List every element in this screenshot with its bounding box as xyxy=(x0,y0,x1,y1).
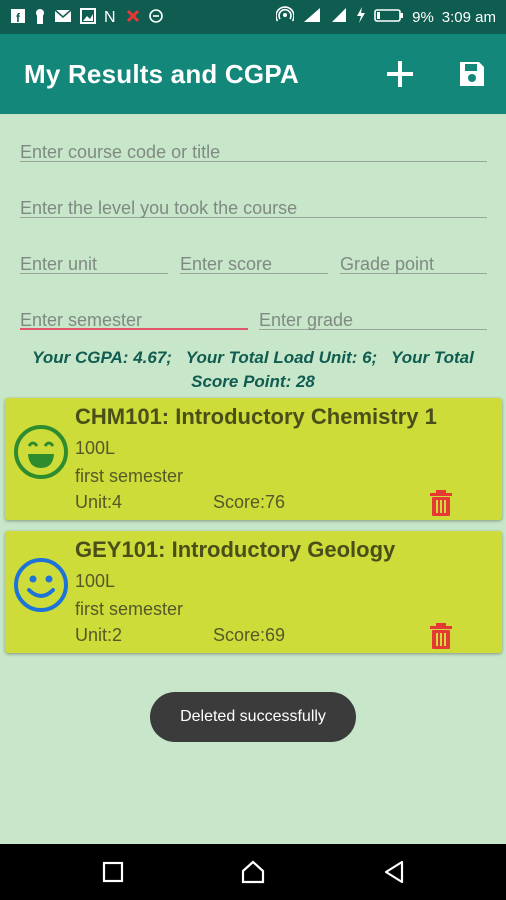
n-icon: N xyxy=(104,8,118,26)
plus-icon xyxy=(387,61,413,87)
save-icon xyxy=(460,62,484,86)
recents-button[interactable] xyxy=(99,858,127,886)
minus-circle-icon xyxy=(148,8,164,26)
course-unit: Unit:2 xyxy=(75,625,123,645)
delete-course-button[interactable] xyxy=(429,490,453,516)
smile-face-icon xyxy=(14,558,68,612)
home-icon xyxy=(241,860,265,884)
course-title: CHM101: Introductory Chemistry 1 xyxy=(75,404,437,429)
summary-line-1: Your CGPA: 4.67; Your Total Load Unit: 6… xyxy=(32,348,474,367)
delete-course-button[interactable] xyxy=(429,623,453,649)
signal-2-icon xyxy=(330,7,348,27)
course-input[interactable]: Enter course code or title xyxy=(20,122,487,162)
close-x-icon xyxy=(126,9,140,25)
facebook-icon: f xyxy=(10,8,26,26)
signal-icon xyxy=(302,7,322,27)
battery-percent: 9% xyxy=(412,8,434,26)
status-bar: f N 9% 3:09 am xyxy=(0,0,506,34)
course-card[interactable]: GEY101: Introductory Geology 100L first … xyxy=(5,531,502,653)
mail-icon xyxy=(54,9,72,25)
svg-text:N: N xyxy=(104,9,116,24)
clock: 3:09 am xyxy=(441,8,496,26)
back-icon xyxy=(384,860,404,884)
save-button[interactable] xyxy=(452,54,492,94)
semester-input[interactable]: Enter semester xyxy=(20,290,248,330)
charging-icon xyxy=(356,7,366,27)
system-icons: 9% 3:09 am xyxy=(275,0,496,34)
course-score: Score:76 xyxy=(213,492,286,512)
grade-input[interactable]: Enter grade xyxy=(259,290,487,330)
page-title: My Results and CGPA xyxy=(24,58,299,89)
app-bar: My Results and CGPA xyxy=(0,34,506,114)
recents-icon xyxy=(102,861,124,883)
keyhole-icon xyxy=(34,8,46,26)
course-level: 100L xyxy=(75,571,116,591)
course-semester: first semester xyxy=(75,599,184,619)
course-level: 100L xyxy=(75,438,116,458)
course-semester: first semester xyxy=(75,466,184,486)
cgpa-summary: Your CGPA: 4.67; Your Total Load Unit: 6… xyxy=(0,346,506,394)
toast-message: Deleted successfully xyxy=(150,692,356,742)
back-button[interactable] xyxy=(380,858,408,886)
add-course-button[interactable] xyxy=(380,54,420,94)
hotspot-icon xyxy=(275,6,295,28)
home-button[interactable] xyxy=(239,858,267,886)
summary-line-2: Score Point: 28 xyxy=(191,372,315,391)
navigation-bar xyxy=(0,844,506,900)
level-input[interactable]: Enter the level you took the course xyxy=(20,178,487,218)
score-input[interactable]: Enter score xyxy=(180,234,328,274)
notification-icons: f N xyxy=(0,8,164,26)
grade-point-input[interactable]: Grade point xyxy=(340,234,487,274)
unit-input[interactable]: Enter unit xyxy=(20,234,168,274)
course-score: Score:69 xyxy=(213,625,286,645)
course-unit: Unit:4 xyxy=(75,492,123,512)
image-icon xyxy=(80,8,96,26)
course-title: GEY101: Introductory Geology xyxy=(75,537,396,562)
course-card[interactable]: CHM101: Introductory Chemistry 1 100L fi… xyxy=(5,398,502,520)
battery-icon xyxy=(374,7,404,27)
grin-face-icon xyxy=(14,425,68,479)
